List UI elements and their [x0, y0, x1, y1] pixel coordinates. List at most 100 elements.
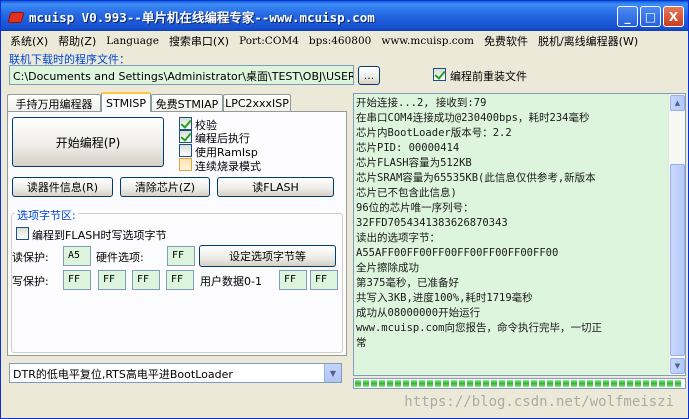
read-device-info-button[interactable]: 读器件信息(R): [12, 177, 113, 197]
scroll-down-icon[interactable]: ▼: [670, 358, 685, 374]
progress-segment: [427, 380, 433, 387]
title-bar[interactable]: mcuisp V0.993--单片机在线编程专家--www.mcuisp.com…: [1, 1, 688, 31]
scroll-thumb[interactable]: [670, 164, 685, 356]
progress-segment: [523, 380, 529, 387]
log-line: 芯片PID: 00000414: [356, 142, 460, 154]
start-programming-button[interactable]: 开始编程(P): [12, 117, 164, 167]
menu-item-3[interactable]: 搜索串口(X): [164, 33, 234, 49]
browse-button[interactable]: ...: [358, 66, 380, 85]
continuous-burn-label: 连续烧录模式: [195, 160, 261, 173]
hardware-option-field[interactable]: FF: [167, 246, 195, 266]
log-line: 96位的芯片唯一序列号：: [356, 202, 474, 214]
progress-segment: [651, 380, 657, 387]
user-data-field-0[interactable]: FF: [279, 270, 307, 290]
tab-stmisp[interactable]: STMISP: [101, 92, 151, 112]
progress-segment: [371, 380, 377, 387]
log-line: 开始连接...2, 接收到:79: [356, 97, 487, 109]
progress-segment: [419, 380, 425, 387]
progress-segment: [475, 380, 481, 387]
progress-segment: [563, 380, 569, 387]
chevron-down-icon[interactable]: ▼: [324, 364, 341, 382]
progress-segment: [403, 380, 409, 387]
log-scrollbar[interactable]: ▲ ▼: [668, 94, 685, 375]
read-flash-button[interactable]: 读FLASH: [217, 177, 334, 197]
run-after-program-checkbox[interactable]: [179, 130, 192, 143]
log-line: 芯片FLASH容量为512KB: [356, 157, 472, 169]
progress-segment: [643, 380, 649, 387]
tab-free-stmiap[interactable]: 免费STMIAP: [151, 94, 223, 112]
erase-chip-button[interactable]: 清除芯片(Z): [120, 177, 210, 197]
progress-segment: [483, 380, 489, 387]
menu-item-0[interactable]: 系统(X): [5, 33, 53, 49]
boot-mode-value: DTR的低电平复位,RTS高电平进BootLoader: [13, 368, 233, 381]
progress-segment: [435, 380, 441, 387]
progress-bar: [353, 378, 686, 389]
scroll-up-icon[interactable]: ▲: [670, 95, 685, 111]
progress-segment: [491, 380, 497, 387]
progress-segment: [659, 380, 665, 387]
write-protect-field-3[interactable]: FF: [166, 270, 194, 290]
progress-segment: [627, 380, 633, 387]
user-data-field-1[interactable]: FF: [310, 270, 338, 290]
progress-segment: [635, 380, 641, 387]
progress-segment: [355, 380, 361, 387]
window-controls: _ □ X: [617, 6, 684, 27]
menu-item-8[interactable]: 脱机/离线编程器(W): [533, 33, 643, 49]
progress-segment: [467, 380, 473, 387]
hardware-option-label: 硬件选项:: [96, 251, 144, 264]
menu-item-7[interactable]: 免费软件: [479, 33, 533, 49]
progress-segment: [579, 380, 585, 387]
log-line: 芯片SRAM容量为65535KB(此信息仅供参考,新版本: [356, 172, 596, 184]
write-option-bytes-label: 编程到FLASH时写选项字节: [32, 229, 167, 242]
hex-file-path[interactable]: C:\Documents and Settings\Administrator\…: [9, 65, 354, 85]
progress-segment: [555, 380, 561, 387]
reload-before-program-checkbox[interactable]: [433, 68, 446, 81]
menu-item-6[interactable]: www.mcuisp.com: [376, 35, 479, 47]
progress-segment: [547, 380, 553, 387]
log-line: 在串口COM4连接成功@230400bps，耗时234毫秒: [356, 112, 590, 124]
log-line: 成功从08000000开始运行: [356, 307, 481, 319]
write-protect-label: 写保护:: [12, 275, 49, 288]
menu-item-1[interactable]: 帮助(Z): [53, 33, 101, 49]
progress-segment: [379, 380, 385, 387]
verify-checkbox[interactable]: [179, 117, 192, 130]
write-protect-field-0[interactable]: FF: [63, 270, 91, 290]
continuous-burn-checkbox[interactable]: [179, 158, 192, 171]
progress-segment: [595, 380, 601, 387]
progress-segment: [363, 380, 369, 387]
progress-segment: [587, 380, 593, 387]
user-data-label: 用户数据0-1: [200, 275, 262, 288]
write-option-bytes-checkbox[interactable]: [16, 227, 29, 240]
write-protect-field-2[interactable]: FF: [132, 270, 160, 290]
menu-item-2[interactable]: Language: [101, 35, 164, 47]
write-protect-field-1[interactable]: FF: [98, 270, 126, 290]
progress-segment: [499, 380, 505, 387]
menu-item-5[interactable]: bps:460800: [304, 35, 376, 47]
read-protect-field[interactable]: A5: [63, 246, 91, 266]
minimize-button[interactable]: _: [617, 6, 638, 27]
window-title: mcuisp V0.993--单片机在线编程专家--www.mcuisp.com: [29, 9, 375, 25]
boot-mode-select[interactable]: DTR的低电平复位,RTS高电平进BootLoader ▼: [9, 363, 342, 383]
progress-segment: [387, 380, 393, 387]
log-line: www.mcuisp.com向您报告，命令执行完毕，一切正: [356, 322, 603, 334]
close-button[interactable]: X: [663, 6, 684, 27]
progress-segment: [411, 380, 417, 387]
log-lines: 开始连接...2, 接收到:79 在串口COM4连接成功@230400bps，耗时…: [356, 96, 668, 351]
progress-segment: [539, 380, 545, 387]
log-line: 芯片内BootLoader版本号：2.2: [356, 127, 512, 139]
maximize-button[interactable]: □: [640, 6, 661, 27]
watermark: https://blog.csdn.net/wolfmeiszi: [404, 394, 674, 410]
progress-segment: [611, 380, 617, 387]
menu-item-4[interactable]: Port:COM4: [234, 35, 304, 47]
tab-lpc2xxx-isp[interactable]: LPC2xxxISP: [223, 94, 291, 112]
progress-segment: [459, 380, 465, 387]
use-ramisp-checkbox[interactable]: [179, 144, 192, 157]
app-icon: [7, 8, 23, 24]
tab-handheld-programmer[interactable]: 手持万用编程器: [7, 94, 101, 112]
progress-segment: [451, 380, 457, 387]
menu-bar: 系统(X) 帮助(Z) Language 搜索串口(X) Port:COM4 bps:46…: [1, 31, 688, 50]
progress-segment: [443, 380, 449, 387]
set-option-bytes-button[interactable]: 设定选项字节等: [199, 245, 336, 267]
progress-segment: [603, 380, 609, 387]
log-output[interactable]: 开始连接...2, 接收到:79 在串口COM4连接成功@230400bps，耗时…: [353, 93, 686, 376]
